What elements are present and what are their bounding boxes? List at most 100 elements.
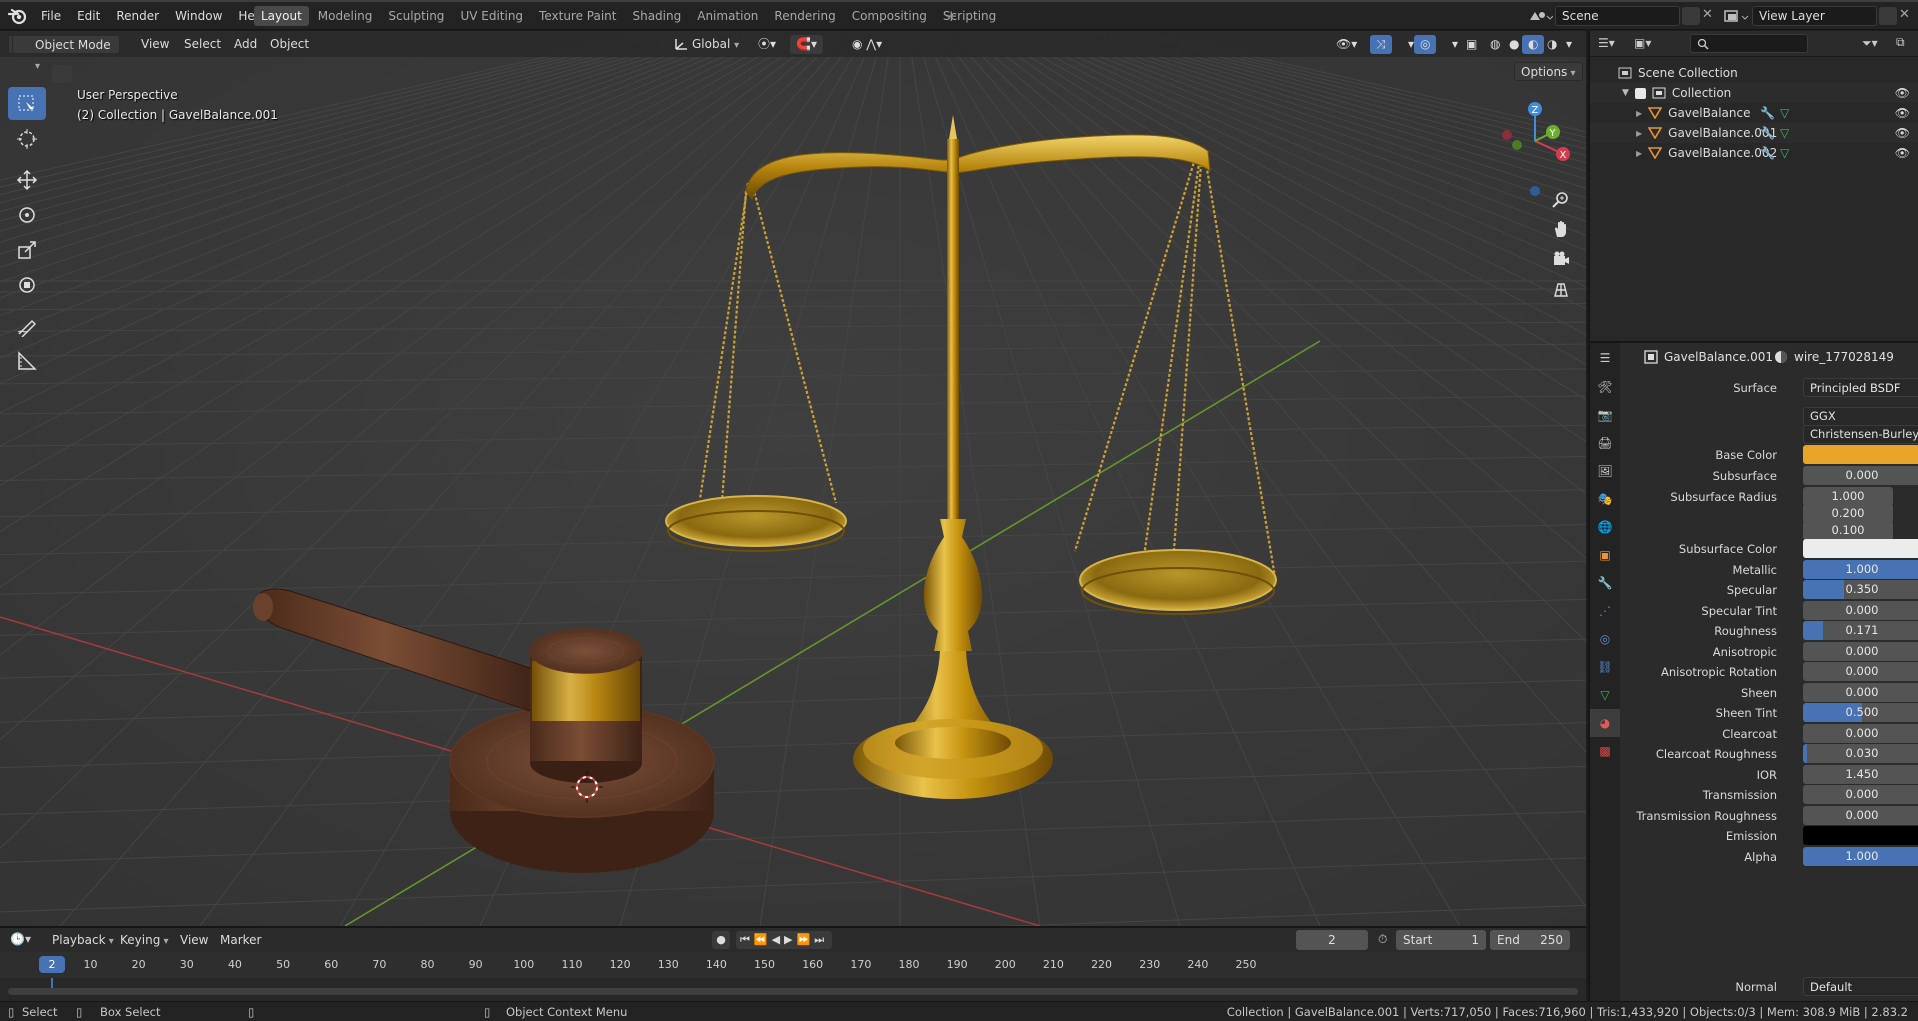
proportional-edit-icon[interactable]: ◉ ⋀▾ (846, 35, 888, 54)
close-scene-icon[interactable]: ✕ (1702, 7, 1713, 22)
transform-tool[interactable] (8, 268, 46, 301)
scene-properties-tab-icon[interactable]: 🎭 (1590, 485, 1620, 513)
menu-window[interactable]: Window (168, 8, 229, 24)
world-properties-tab-icon[interactable]: 🌐 (1590, 513, 1620, 541)
outliner-object-item[interactable]: ▶ GavelBalance.002 🔧 ▽ 👁 (1590, 143, 1918, 163)
collection-checkbox[interactable] (1634, 87, 1646, 99)
constraint-properties-tab-icon[interactable]: ⛓ (1590, 653, 1620, 681)
cursor-tool[interactable] (8, 122, 46, 155)
object-mode-dropdown[interactable]: Object Mode (12, 35, 120, 54)
options-dropdown[interactable]: Options (1514, 62, 1583, 81)
workspace-tab-shading[interactable]: Shading (625, 6, 688, 26)
mesh-data-icon[interactable]: ▽ (1780, 106, 1789, 120)
render-properties-tab-icon[interactable]: 📷 (1590, 401, 1620, 429)
outliner-collection[interactable]: ▼ Collection 👁 (1590, 83, 1918, 103)
expand-arrow-icon[interactable]: ▶ (1636, 129, 1642, 138)
mesh-data-icon[interactable]: ▽ (1780, 146, 1789, 160)
bsdf-field-value[interactable]: 0.000 (1803, 601, 1918, 620)
viewport-menu-select[interactable]: Select (178, 35, 227, 54)
workspace-tab-layout[interactable]: Layout (254, 6, 309, 26)
bsdf-field-value[interactable]: 1.000 (1803, 560, 1918, 579)
workspace-tab-texture-paint[interactable]: Texture Paint (532, 6, 623, 26)
data-properties-tab-icon[interactable]: ▽ (1590, 681, 1620, 709)
object-properties-tab-icon[interactable]: ▣ (1590, 541, 1620, 569)
new-collection-icon[interactable]: ⧉ (1896, 35, 1905, 50)
navigation-gizmo[interactable]: Z X Y (1495, 89, 1581, 199)
normal-field[interactable]: Default (1803, 977, 1918, 996)
view-layer-icon[interactable] (1722, 8, 1750, 26)
playback-menu[interactable]: Playback (46, 931, 120, 950)
new-scene-icon[interactable] (1682, 7, 1700, 25)
bsdf-field-value[interactable] (1803, 826, 1918, 845)
menu-file[interactable]: File (34, 8, 68, 24)
zoom-icon[interactable] (1546, 186, 1576, 214)
pan-hand-icon[interactable] (1546, 215, 1576, 243)
subsurface-method-dropdown[interactable]: Christensen-Burley (1803, 425, 1918, 444)
workspace-tab-modeling[interactable]: Modeling (311, 6, 380, 26)
bsdf-field-value[interactable]: 1.450 (1803, 765, 1918, 784)
start-frame-field[interactable]: Start 1 (1396, 930, 1486, 950)
viewport-menu-add[interactable]: Add (228, 35, 263, 54)
modifier-wrench-icon[interactable]: 🔧 (1760, 106, 1775, 120)
end-frame-field[interactable]: End 250 (1490, 930, 1570, 950)
workspace-tab-rendering[interactable]: Rendering (767, 6, 842, 26)
gizmo-toggle-icon[interactable]: ⤨ (1370, 35, 1392, 54)
keying-menu[interactable]: Keying (114, 931, 175, 950)
filter-icon[interactable]: ⏷▾ (1862, 36, 1878, 51)
playback-controls[interactable]: ⏮⏪◀▶⏩⏭ (736, 931, 833, 949)
material-properties-tab-icon[interactable]: ◕ (1590, 709, 1620, 737)
outliner-scene-collection[interactable]: Scene Collection (1590, 63, 1918, 83)
close-view-layer-icon[interactable]: ✕ (1899, 7, 1910, 22)
outliner-object-item[interactable]: ▶ GavelBalance 🔧 ▽ 👁 (1590, 103, 1918, 123)
collection-visibility-eye-icon[interactable]: 👁 (1895, 86, 1910, 100)
viewport-scene[interactable] (0, 31, 1586, 926)
menu-render[interactable]: Render (109, 8, 166, 24)
bsdf-field-value[interactable]: 1.000 (1803, 847, 1918, 866)
bsdf-field-value[interactable]: 0.350 (1803, 580, 1918, 599)
snap-icon[interactable]: 🧲▾ (790, 35, 823, 54)
object-visibility-eye-icon[interactable]: 👁 (1895, 146, 1910, 160)
preview-range-icon[interactable]: ⏱ (1378, 932, 1387, 947)
output-properties-tab-icon[interactable]: 🖨 (1590, 429, 1620, 457)
visibility-icon[interactable]: 👁▾ (1330, 35, 1363, 54)
pivot-point-icon[interactable]: ⦿▾ (752, 35, 782, 54)
object-visibility-eye-icon[interactable]: 👁 (1895, 126, 1910, 140)
current-frame-field[interactable]: 2 (1296, 930, 1368, 950)
surface-shader-field[interactable]: Principled BSDF (1803, 378, 1918, 397)
rotate-tool[interactable] (8, 198, 46, 231)
bsdf-field-value[interactable]: 0.000 (1803, 642, 1918, 661)
modifier-wrench-icon[interactable]: 🔧 (1760, 146, 1775, 160)
bsdf-field-value[interactable]: 0.000 (1803, 785, 1918, 804)
new-view-layer-icon[interactable] (1879, 7, 1897, 25)
timeline-track[interactable] (0, 978, 1586, 1003)
record-icon[interactable]: ● (712, 931, 730, 949)
select-tool-icon[interactable] (52, 65, 72, 83)
modifier-properties-tab-icon[interactable]: 🔧 (1590, 569, 1620, 597)
mesh-data-icon[interactable]: ▽ (1780, 126, 1789, 140)
modifier-wrench-icon[interactable]: 🔧 (1760, 126, 1775, 140)
camera-view-icon[interactable] (1546, 245, 1576, 273)
move-tool[interactable] (8, 163, 46, 196)
scene-icon[interactable] (1527, 8, 1553, 26)
properties-editor-icon[interactable]: ☰ (1590, 343, 1620, 373)
frame-ruler[interactable]: 2 10 20 30 40 50 60 70 80 90 100 110 120 130 140 150 16… (0, 952, 1586, 978)
3d-viewport[interactable]: Object Mode View Select Add Object Globa… (0, 31, 1586, 926)
xray-toggle-icon[interactable]: ▣ (1460, 35, 1483, 54)
outliner-search-input[interactable] (1690, 34, 1808, 53)
view-layer-field[interactable]: View Layer (1752, 6, 1877, 26)
annotate-tool[interactable] (8, 309, 46, 342)
expand-arrow-icon[interactable]: ▶ (1636, 149, 1642, 158)
view-layer-tab-icon[interactable]: 🖼 (1590, 457, 1620, 485)
bsdf-field-value[interactable]: 0.500 (1803, 703, 1918, 722)
viewport-menu-view[interactable]: View (135, 35, 175, 54)
workspace-tab-uv-editing[interactable]: UV Editing (453, 6, 530, 26)
bsdf-field-value[interactable]: 0.000 (1803, 466, 1918, 485)
bsdf-field-value[interactable]: 0.000 (1803, 662, 1918, 681)
bsdf-field-value[interactable]: 0.000 (1803, 806, 1918, 825)
current-frame-indicator[interactable]: 2 (39, 956, 65, 973)
orthographic-grid-icon[interactable] (1546, 276, 1576, 304)
outliner-editor-icon[interactable]: ☰▾ (1598, 36, 1615, 50)
subsurface-color-swatch[interactable] (1803, 539, 1918, 558)
bsdf-field-value[interactable]: 0.171 (1803, 621, 1918, 640)
timeline-view-menu[interactable]: View (174, 931, 214, 950)
